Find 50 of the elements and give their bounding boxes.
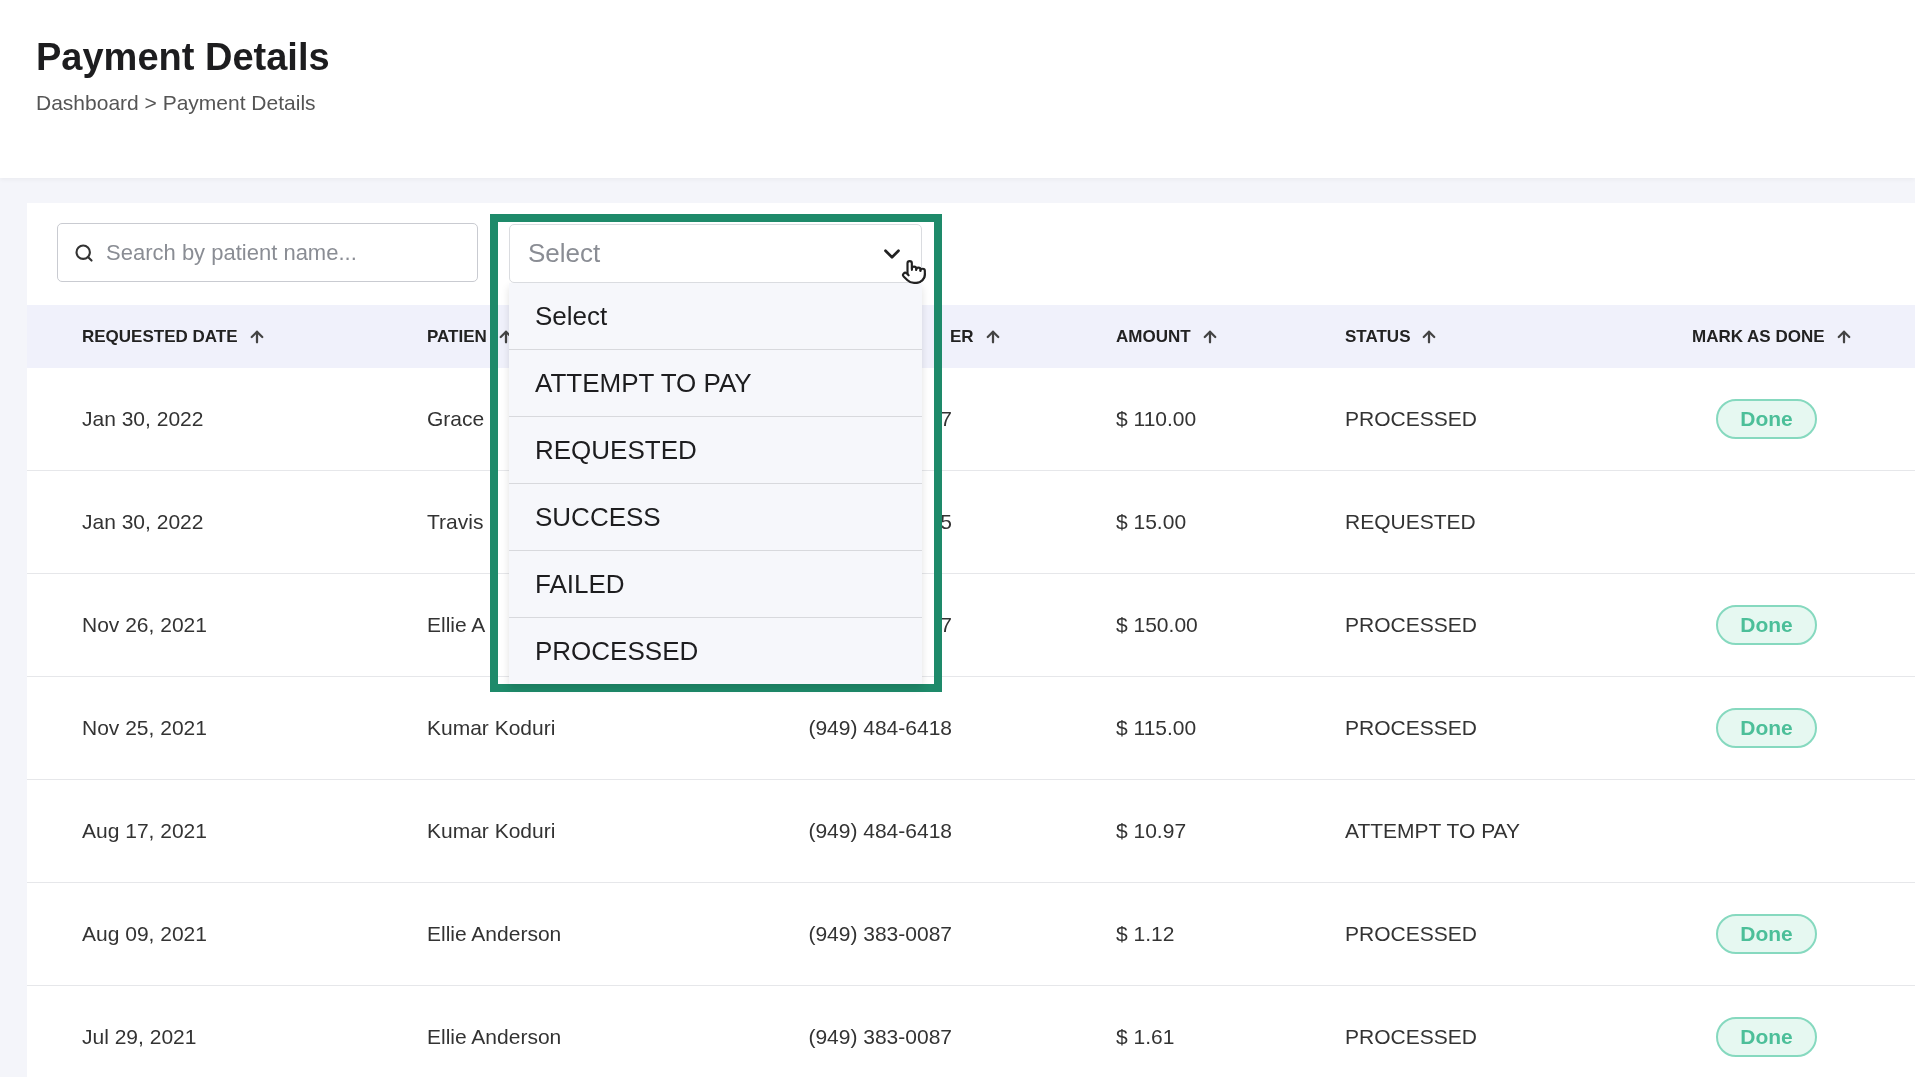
dropdown-option[interactable]: SUCCESS — [509, 484, 922, 551]
table-cell: $ 15.00 — [1116, 510, 1187, 534]
table-cell: Kumar Koduri — [427, 716, 556, 740]
table-cell-text: 7 — [939, 407, 952, 431]
table-cell: PROCESSED — [1345, 922, 1477, 946]
table-cell: Ellie Anderson — [427, 922, 562, 946]
column-header[interactable]: STATUS — [1345, 326, 1411, 347]
dropdown-option[interactable]: PROCESSED — [509, 618, 922, 684]
table-cell: $ 115.00 — [1116, 716, 1197, 740]
table-cell: Ellie Anderson — [427, 1025, 562, 1049]
table-cell: Nov 25, 2021 — [82, 716, 207, 740]
search-icon — [74, 241, 95, 264]
column-header[interactable]: MARK AS DONE — [1692, 326, 1825, 347]
table-cell: Aug 17, 2021 — [82, 819, 207, 843]
table-cell: Aug 09, 2021 — [82, 922, 207, 946]
table-cell: Grace — [427, 407, 485, 431]
table-cell: $ 150.00 — [1116, 613, 1198, 637]
table-cell-text: (949) 383-0087 — [807, 922, 952, 946]
table-cell: Ellie A — [427, 613, 486, 637]
table-cell-text: 5 — [939, 510, 952, 534]
table-cell: Travis — [427, 510, 484, 534]
column-header[interactable]: PATIEN — [427, 326, 487, 347]
table-cell-text: (949) 383-0087 — [807, 1025, 952, 1049]
column-header[interactable]: REQUESTED DATE — [82, 326, 238, 347]
table-cell: Kumar Koduri — [427, 819, 556, 843]
table-cell: PROCESSED — [1345, 716, 1477, 740]
table-cell: PROCESSED — [1345, 1025, 1477, 1049]
column-header[interactable]: AMOUNT — [1116, 326, 1191, 347]
table-cell: PROCESSED — [1345, 407, 1477, 431]
table-cell: $ 1.12 — [1116, 922, 1175, 946]
table-cell: REQUESTED — [1345, 510, 1476, 534]
table-cell: Jul 29, 2021 — [82, 1025, 197, 1049]
dropdown-option[interactable]: ATTEMPT TO PAY — [509, 350, 922, 417]
table-cell: Jan 30, 2022 — [82, 407, 204, 431]
column-header[interactable]: ER — [950, 326, 974, 347]
table-cell-text: (949) 484-6418 — [807, 819, 952, 843]
table-cell: $ 10.97 — [1116, 819, 1187, 843]
table-cell-text: (949) 484-6418 — [807, 716, 952, 740]
table-cell: $ 110.00 — [1116, 407, 1197, 431]
breadcrumb: Dashboard > Payment Details — [36, 91, 317, 115]
search-field[interactable]: Search by patient name... — [57, 223, 478, 282]
page-title: Payment Details — [36, 36, 331, 79]
table-cell-text: 7 — [939, 613, 952, 637]
dropdown-option[interactable]: FAILED — [509, 551, 922, 618]
table-cell: Jan 30, 2022 — [82, 510, 204, 534]
dropdown-option[interactable]: REQUESTED — [509, 417, 922, 484]
table-cell: PROCESSED — [1345, 613, 1477, 637]
table-cell: ATTEMPT TO PAY — [1345, 819, 1521, 843]
table-cell: Nov 26, 2021 — [82, 613, 207, 637]
table-cell: $ 1.61 — [1116, 1025, 1175, 1049]
